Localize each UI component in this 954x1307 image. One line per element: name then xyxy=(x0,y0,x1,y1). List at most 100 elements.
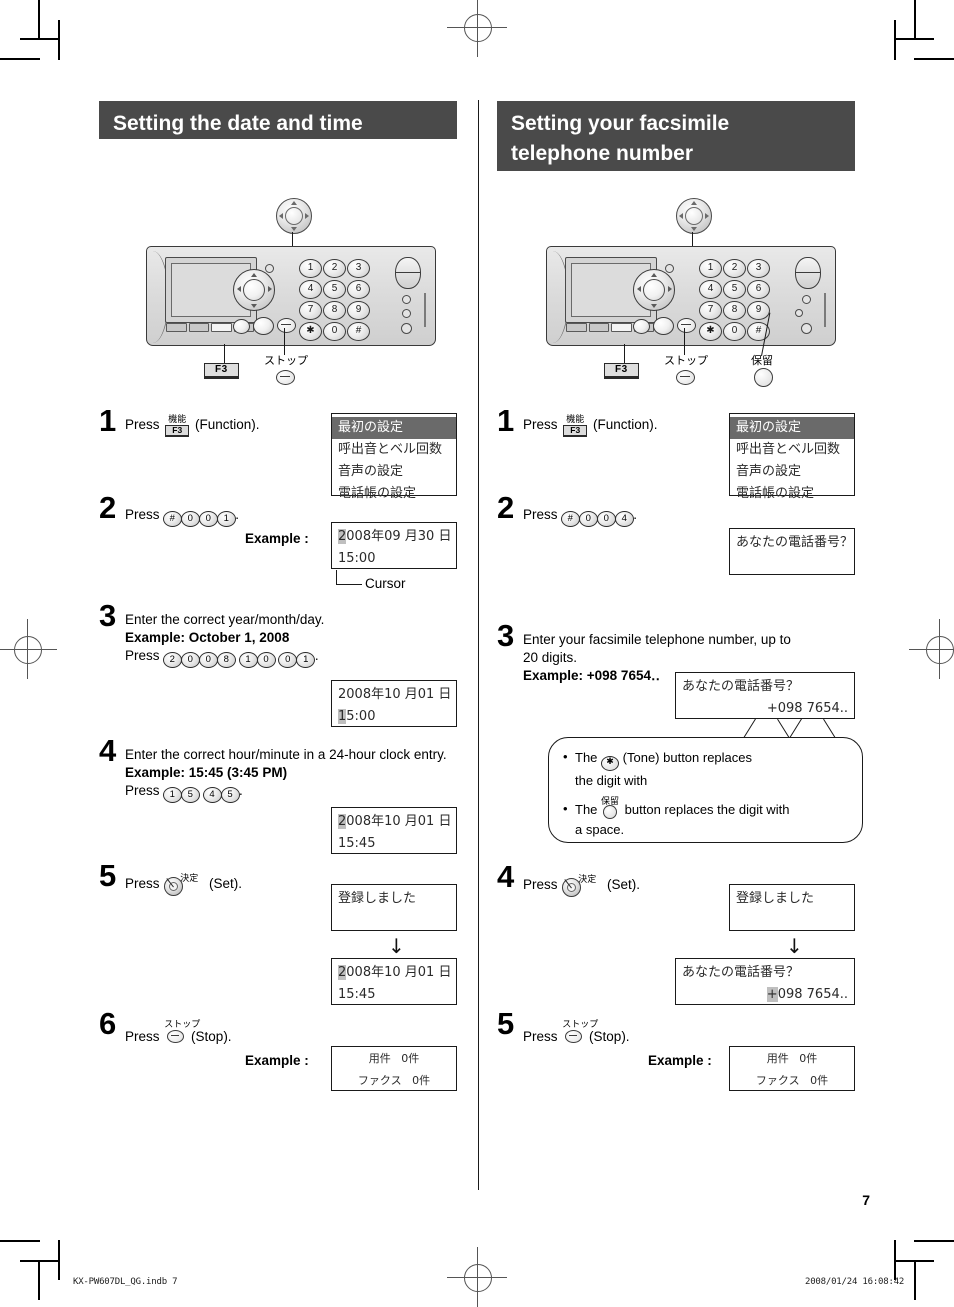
keypad-key[interactable]: 2 xyxy=(723,259,746,278)
numeric-keypad[interactable]: 1 2 3 4 5 6 7 8 9 ✱ 0 # xyxy=(699,259,770,341)
crop-mark xyxy=(58,1240,60,1280)
keypad-key[interactable]: 1 xyxy=(699,259,722,278)
step-number: 2 xyxy=(99,490,117,525)
keypad-key[interactable]: 5 xyxy=(323,280,346,299)
key-glyph[interactable]: 1 xyxy=(238,652,258,668)
keypad-key[interactable]: 9 xyxy=(347,301,370,320)
step-line-1: Enter your facsimile telephone number, u… xyxy=(523,632,791,647)
hold-key-label: 保留 xyxy=(751,354,773,367)
key-glyph[interactable]: # xyxy=(162,511,182,527)
press-suffix: . xyxy=(314,648,319,663)
keypad-key[interactable]: 0 xyxy=(323,322,346,341)
indicator-led xyxy=(401,323,412,334)
keypad-key[interactable]: 4 xyxy=(299,280,322,299)
keypad-key-tone[interactable]: ✱ xyxy=(299,322,322,341)
keypad-key[interactable]: 2 xyxy=(323,259,346,278)
key-glyph[interactable]: # xyxy=(560,511,580,527)
control-panel: 1 2 3 4 5 6 7 8 9 ✱ 0 # xyxy=(146,246,436,346)
keypad-key[interactable]: 3 xyxy=(347,259,370,278)
keypad-key[interactable]: 8 xyxy=(723,301,746,320)
keypad-key[interactable]: 5 xyxy=(723,280,746,299)
key-glyph[interactable]: 1 xyxy=(216,511,236,527)
keypad-key[interactable]: 7 xyxy=(699,301,722,320)
step-line-1: Enter the correct year/month/day. xyxy=(125,612,325,627)
numeric-keypad[interactable]: 1 2 3 4 5 6 7 8 9 ✱ 0 # xyxy=(299,259,370,341)
press-label: Press xyxy=(125,876,160,891)
keypad-key[interactable]: 6 xyxy=(347,280,370,299)
panel-round-button[interactable] xyxy=(233,319,250,334)
key-glyph[interactable]: 0 xyxy=(180,652,200,668)
press-label: Press xyxy=(523,507,558,522)
set-button-icon[interactable]: 決定 xyxy=(562,875,602,897)
crop-mark xyxy=(0,1240,40,1242)
keypad-key[interactable]: 1 xyxy=(299,259,322,278)
stop-button-icon[interactable]: ストップ xyxy=(562,1020,598,1045)
key-glyph[interactable]: 5 xyxy=(220,787,240,803)
panel-oval-button[interactable] xyxy=(395,257,421,289)
keypad-key[interactable]: 6 xyxy=(747,280,770,299)
panel-round-button[interactable] xyxy=(253,317,274,335)
display-row: 15:45 xyxy=(338,836,376,851)
hold-button-icon[interactable]: 保留 xyxy=(601,797,621,819)
key-glyph[interactable]: 0 xyxy=(278,652,298,668)
panel-round-button[interactable] xyxy=(633,319,650,334)
set-button-icon[interactable]: 決定 xyxy=(164,874,204,896)
keypad-key[interactable]: 0 xyxy=(723,322,746,341)
key-glyph[interactable]: 4 xyxy=(614,511,634,527)
keypad-key-tone[interactable]: ✱ xyxy=(699,322,722,341)
right-step1-display: 最初の設定 呼出音とベル回数 音声の設定 電話帳の設定 xyxy=(729,413,855,501)
leader-line xyxy=(684,328,686,355)
bubble-item-tone: The ✱ (Tone) button replaces the digit w… xyxy=(563,747,850,791)
keypad-key[interactable]: 4 xyxy=(699,280,722,299)
step-example-line: Example: +098 7654‥ xyxy=(523,668,660,683)
right-step2-display: あなたの電話番号？ xyxy=(729,528,855,575)
display-row-value: 0件 xyxy=(799,1052,818,1065)
key-glyph[interactable]: 0 xyxy=(256,652,276,668)
step-text: Press #0 0 4. xyxy=(523,506,773,527)
key-glyph[interactable]: 8 xyxy=(216,652,236,668)
panel-round-button[interactable] xyxy=(653,317,674,335)
stop-button[interactable] xyxy=(277,318,296,333)
display-row: 5:00 xyxy=(346,709,376,724)
navigator-key[interactable] xyxy=(233,269,275,311)
display-cursor: + xyxy=(766,987,778,1002)
left-step3-display: 2008年10 月01 日 15:00 xyxy=(331,680,457,727)
key-glyph[interactable]: 0 xyxy=(198,652,218,668)
function-key-icon[interactable]: 機能 F3 xyxy=(165,416,190,437)
press-suffix: . xyxy=(633,507,638,522)
key-sequence: 2008 xyxy=(162,648,236,668)
tone-button-icon[interactable]: ✱ xyxy=(601,756,620,771)
key-glyph[interactable]: 1 xyxy=(162,787,182,803)
step-number: 6 xyxy=(99,1006,117,1041)
bubble-pointer xyxy=(823,718,836,739)
keypad-key[interactable]: 3 xyxy=(747,259,770,278)
crop-mark xyxy=(914,58,954,60)
key-glyph[interactable]: 0 xyxy=(198,511,218,527)
stop-button[interactable] xyxy=(677,318,696,333)
key-glyph[interactable]: 0 xyxy=(180,511,200,527)
key-glyph[interactable]: 4 xyxy=(202,787,222,803)
key-glyph[interactable]: 0 xyxy=(596,511,616,527)
left-step1-display: 最初の設定 呼出音とベル回数 音声の設定 電話帳の設定 xyxy=(331,413,457,501)
key-sequence: #0 0 1 xyxy=(162,507,236,527)
key-glyph[interactable]: 1 xyxy=(296,652,316,668)
display-row: +098 7654.. xyxy=(766,701,848,716)
key-glyph[interactable]: 0 xyxy=(578,511,598,527)
keypad-key[interactable]: 7 xyxy=(299,301,322,320)
navigator-key[interactable] xyxy=(633,269,675,311)
keypad-key[interactable]: # xyxy=(347,322,370,341)
keypad-key[interactable]: 8 xyxy=(323,301,346,320)
panel-oval-button[interactable] xyxy=(795,257,821,289)
keypad-key[interactable]: 9 xyxy=(747,301,770,320)
function-key-icon[interactable]: 機能 F3 xyxy=(563,416,588,437)
indicator-led xyxy=(665,264,674,273)
press-suffix: . xyxy=(239,783,243,798)
crop-mark xyxy=(38,0,40,40)
key-glyph[interactable]: 5 xyxy=(180,787,200,803)
control-panel: 1 2 3 4 5 6 7 8 9 ✱ 0 # xyxy=(546,246,836,346)
bubble-text: (Tone) button replaces xyxy=(622,750,753,765)
left-step5-display-1: 登録しました xyxy=(331,884,457,931)
key-glyph[interactable]: 2 xyxy=(162,652,182,668)
footer-timestamp: 2008/01/24 16:08:42 xyxy=(805,1277,905,1287)
stop-button-icon[interactable]: ストップ xyxy=(164,1020,200,1045)
